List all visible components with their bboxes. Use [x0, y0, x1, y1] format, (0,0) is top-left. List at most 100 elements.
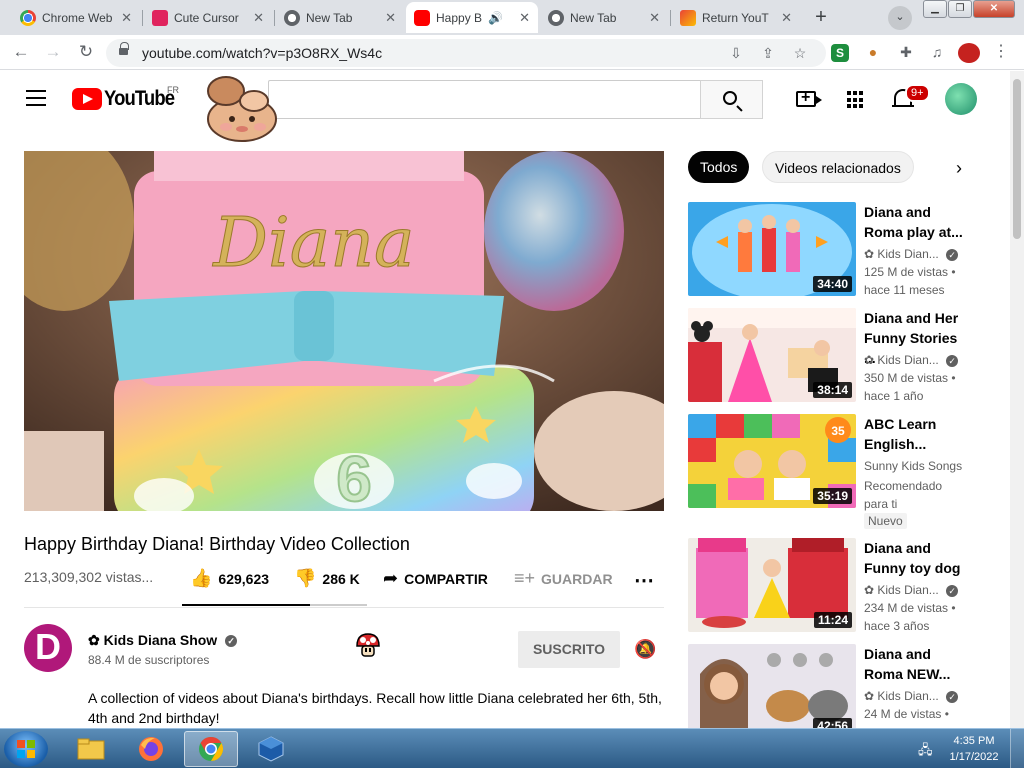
create-video-icon[interactable]	[796, 89, 822, 107]
youtube-header: YouTube FR 9+	[0, 71, 1010, 142]
recommendation-item[interactable]: 11:24 Diana and Funny toy dog ✿ Kids Dia…	[688, 538, 978, 633]
recommendation-title[interactable]: Diana and Roma play at...	[864, 202, 964, 242]
tab-search-icon[interactable]: ⌄	[888, 6, 912, 30]
tab-chrome-web[interactable]: Chrome Web ✕	[12, 2, 140, 33]
share-icon[interactable]: ⇪	[758, 43, 778, 63]
close-icon[interactable]: ✕	[519, 10, 530, 26]
install-icon[interactable]: ⇩	[726, 43, 746, 63]
close-icon[interactable]: ✕	[649, 10, 660, 26]
chip-all[interactable]: Todos	[688, 151, 750, 183]
video-thumbnail[interactable]: 35 35:19	[688, 414, 856, 508]
profile-icon[interactable]	[958, 43, 980, 63]
channel-avatar[interactable]: D	[24, 624, 72, 672]
burger-extension-icon[interactable]: ●	[862, 41, 884, 63]
recommendation-channel[interactable]: ✿ Kids Dian... ✓	[864, 583, 959, 597]
duration-badge: 35:19	[813, 488, 852, 504]
reload-icon[interactable]: ↻	[74, 41, 98, 65]
url-text[interactable]: youtube.com/watch?v=p3O8RX_Ws4c	[142, 45, 382, 61]
like-button[interactable]: 👍 629,623	[190, 568, 269, 589]
speaker-icon[interactable]: 🔊	[488, 11, 503, 25]
video-description: A collection of videos about Diana's bir…	[88, 690, 662, 726]
recommendation-item[interactable]: 35 35:19 ABC Learn English... Sunny Kids…	[688, 414, 978, 530]
recommendation-item[interactable]: 42:56 Diana and Roma NEW... ✿ Kids Dian.…	[688, 644, 978, 728]
tab-new-tab-2[interactable]: New Tab ✕	[540, 2, 668, 33]
subscribed-button[interactable]: SUSCRITO	[518, 631, 620, 668]
youtube-icon	[414, 9, 430, 26]
apps-grid-icon[interactable]	[847, 91, 865, 109]
close-icon[interactable]: ✕	[121, 10, 132, 26]
duration-badge: 38:14	[813, 382, 852, 398]
channel-name[interactable]: ✿ Kids Diana Show ✓	[88, 632, 238, 649]
youtube-wordmark[interactable]: YouTube	[104, 87, 175, 111]
thumbs-down-icon: 👎	[294, 568, 317, 588]
system-clock[interactable]: 4:35 PM 1/17/2022	[944, 733, 1004, 765]
save-button[interactable]: ≡+ GUARDAR	[514, 568, 613, 589]
search-input[interactable]	[268, 80, 700, 119]
recommendation-item[interactable]: 38:14 Diana and Her Funny Stories ... ✿ …	[688, 308, 978, 403]
verified-check-icon: ✓	[225, 635, 238, 648]
view-count[interactable]: 213,309,302 vistas...	[24, 569, 153, 585]
newtab-icon	[284, 9, 300, 26]
video-thumbnail[interactable]: 38:14	[688, 308, 856, 402]
star-icon[interactable]: ☆	[790, 43, 810, 63]
media-control-icon[interactable]: ♫	[926, 41, 948, 63]
recommendation-channel[interactable]: ✿ Kids Dian... ✓	[864, 353, 959, 367]
cake-text: Diana	[211, 204, 414, 283]
scrollbar-thumb[interactable]	[1013, 79, 1021, 239]
avatar[interactable]	[945, 83, 977, 115]
video-player[interactable]: Diana 6	[24, 151, 664, 511]
close-window-button[interactable]: ✕	[973, 0, 1015, 18]
firefox-icon[interactable]	[124, 731, 178, 767]
new-tab-button[interactable]: +	[808, 5, 834, 31]
s-extension-icon[interactable]: S	[831, 44, 849, 62]
bell-off-icon[interactable]: 🔕	[634, 639, 656, 660]
kebab-menu-icon[interactable]: ⋮	[990, 41, 1012, 63]
network-icon[interactable]: 🖧	[918, 741, 933, 763]
chip-related[interactable]: Videos relacionados	[762, 151, 914, 183]
tab-cute-cursor[interactable]: Cute Cursor ✕	[144, 2, 272, 33]
puzzle-icon[interactable]: ✚	[895, 41, 917, 63]
video-thumbnail[interactable]: 34:40	[688, 202, 856, 296]
more-actions-icon[interactable]: ⋯	[634, 568, 654, 593]
tab-return-youtube[interactable]: Return YouT ✕	[672, 2, 800, 33]
chrome-taskbar-icon[interactable]	[184, 731, 238, 767]
share-button[interactable]: ➦ COMPARTIR	[383, 568, 488, 589]
windows-start-icon[interactable]	[4, 731, 48, 767]
show-desktop-button[interactable]	[1010, 729, 1024, 769]
video-thumbnail[interactable]: 42:56	[688, 644, 856, 728]
mushroom-icon	[356, 633, 380, 657]
tab-new-tab[interactable]: New Tab ✕	[276, 2, 404, 33]
chevron-right-icon[interactable]: ›	[956, 158, 962, 179]
page-scrollbar[interactable]	[1010, 71, 1024, 729]
lock-icon[interactable]	[119, 42, 129, 56]
recommendation-title[interactable]: Diana and Funny toy dog	[864, 538, 964, 578]
address-bar[interactable]: youtube.com/watch?v=p3O8RX_Ws4c ⇩ ⇪ ☆	[106, 39, 826, 67]
recommendation-channel[interactable]: ✿ Kids Dian... ✓	[864, 247, 959, 261]
youtube-logo-icon[interactable]	[72, 88, 102, 110]
file-explorer-icon[interactable]	[64, 731, 118, 767]
back-arrow-icon[interactable]: ←	[9, 41, 33, 65]
tab-separator	[670, 10, 671, 26]
hamburger-menu-icon[interactable]	[26, 90, 46, 106]
recommendation-item[interactable]: 34:40 Diana and Roma play at... ✿ Kids D…	[688, 202, 978, 297]
recommendation-age: hace 11 meses	[864, 283, 945, 297]
recommendation-channel[interactable]: ✿ Kids Dian... ✓	[864, 689, 959, 703]
dislike-button[interactable]: 👎 286 K	[294, 568, 360, 589]
search-button[interactable]	[700, 80, 763, 119]
virtualbox-icon[interactable]	[244, 731, 298, 767]
recommendation-title[interactable]: Diana and Roma NEW...	[864, 644, 964, 684]
minimize-button[interactable]: ▁	[923, 0, 947, 18]
maximize-button[interactable]: ❐	[948, 0, 972, 18]
windows-taskbar: 🖧 4:35 PM 1/17/2022	[0, 728, 1024, 769]
close-icon[interactable]: ✕	[385, 10, 396, 26]
tab-happy-birthday[interactable]: Happy B 🔊 ✕	[406, 2, 538, 33]
video-title: Happy Birthday Diana! Birthday Video Col…	[24, 534, 410, 554]
video-thumbnail[interactable]: 11:24	[688, 538, 856, 632]
forward-arrow-icon[interactable]: →	[41, 41, 65, 65]
recommendation-title[interactable]: ABC Learn English...	[864, 414, 964, 454]
new-badge: Nuevo	[864, 513, 907, 529]
close-icon[interactable]: ✕	[253, 10, 264, 26]
verified-check-icon: ✓	[946, 354, 959, 367]
close-icon[interactable]: ✕	[781, 10, 792, 26]
recommendation-channel[interactable]: Sunny Kids Songs	[864, 459, 962, 473]
